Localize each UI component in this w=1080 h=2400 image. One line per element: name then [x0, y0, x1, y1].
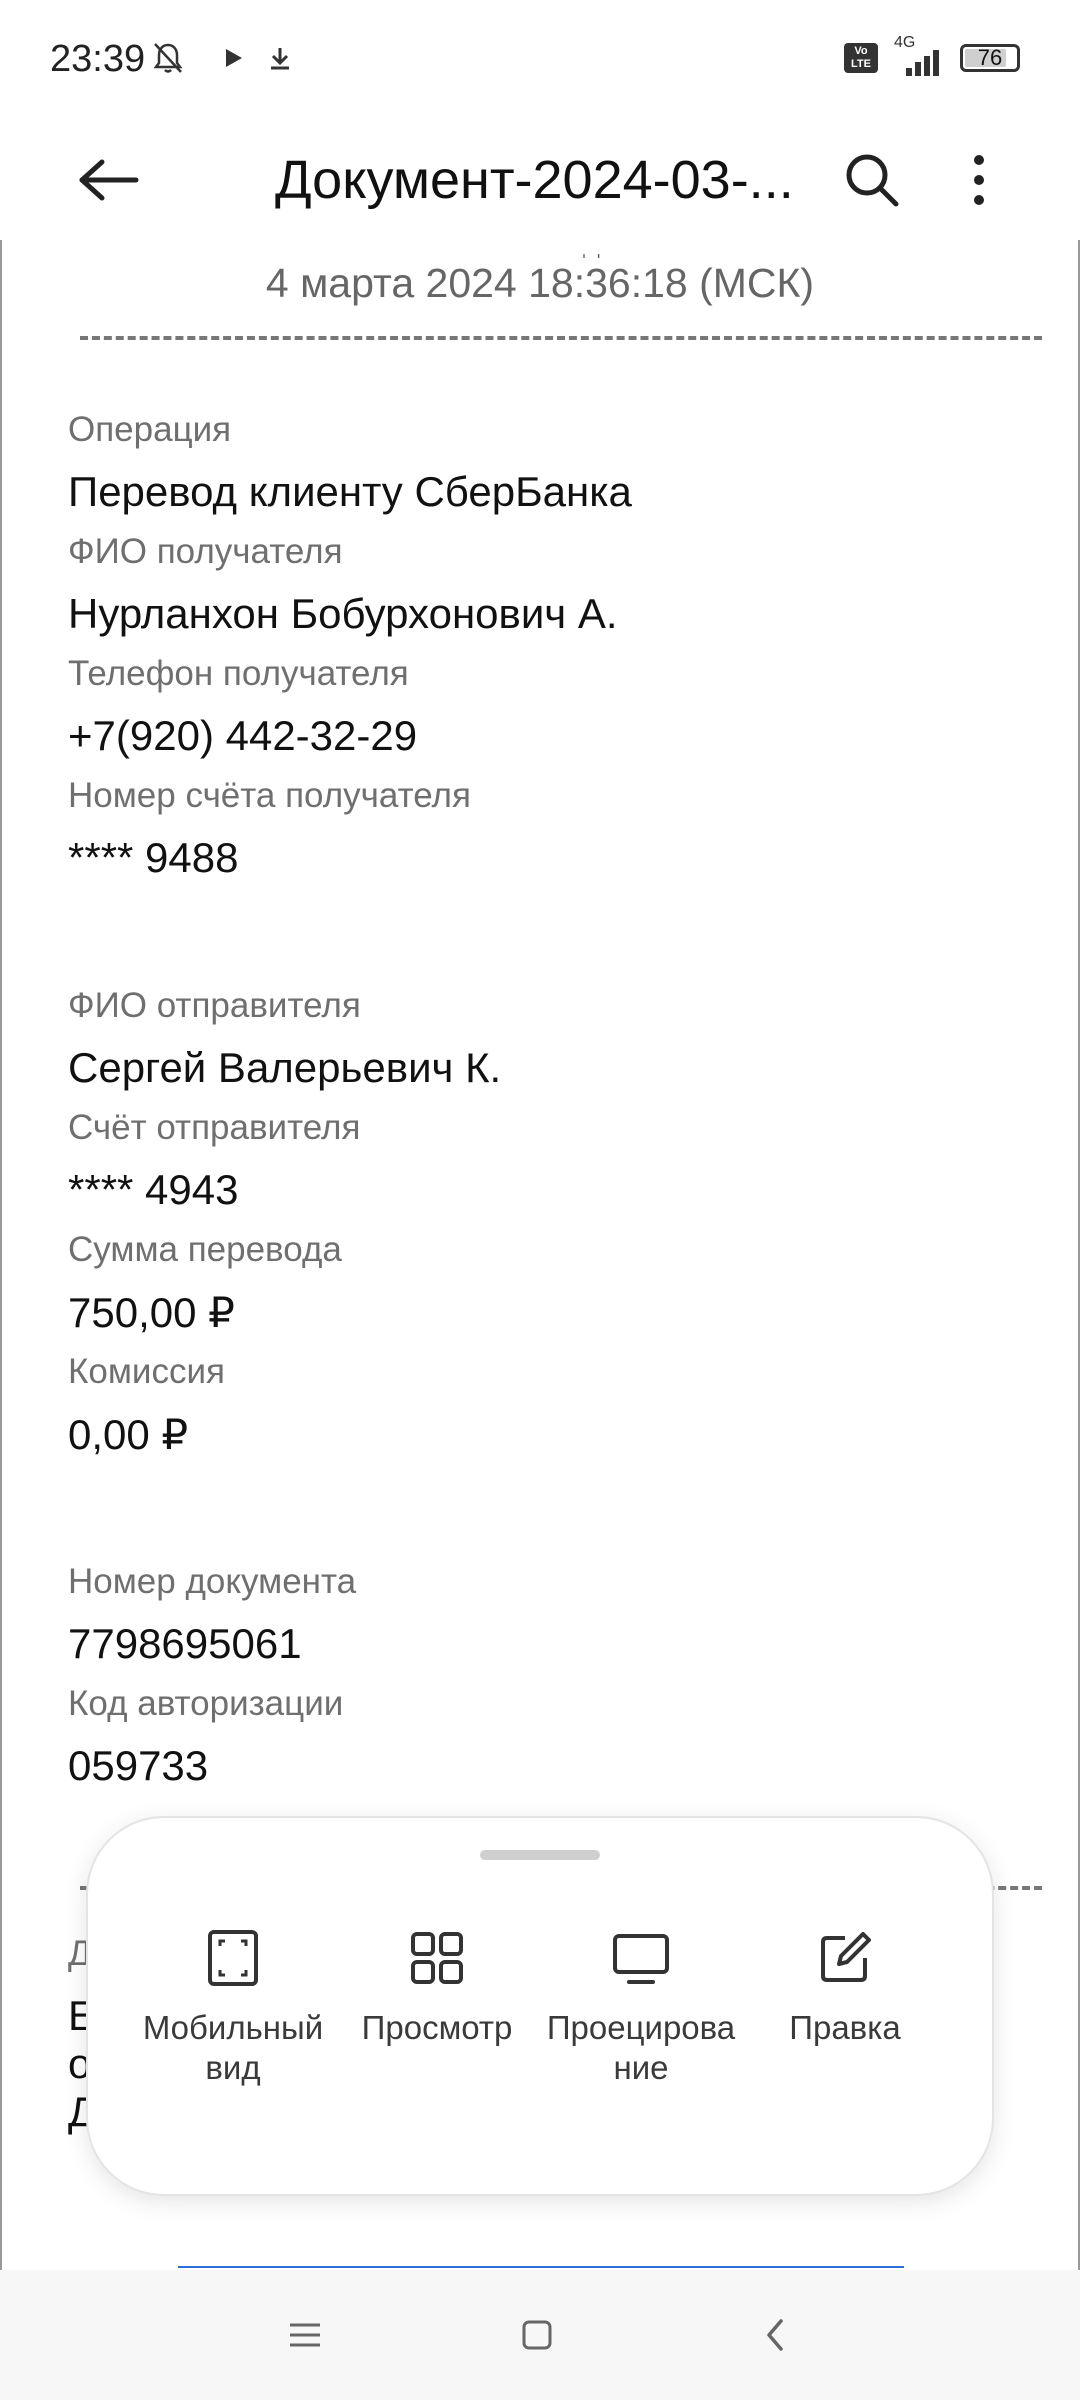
field-label: ФИО отправителя [68, 986, 361, 1025]
signal-icon: 4G [888, 34, 948, 78]
field-label: Телефон получателя [68, 654, 409, 693]
battery-icon: 76 [960, 44, 1020, 72]
download-icon [271, 48, 289, 70]
search-button[interactable] [832, 140, 912, 220]
view-mode-sheet: Мобильный вид Просмотр Проецирование Пра… [88, 1818, 992, 2194]
cut-marks: ˌ ˌ [580, 240, 603, 259]
field-value: Сергей Валерьевич К. [68, 1044, 502, 1091]
mobile-view-button[interactable]: Мобильный вид [128, 1918, 338, 2118]
field-value: **** 4943 [68, 1166, 239, 1213]
field-label: Счёт отправителя [68, 1108, 361, 1147]
document-title: Документ-2024-03-... [275, 150, 794, 210]
field-value: 059733 [68, 1742, 209, 1789]
field-label: Комиссия [68, 1352, 225, 1391]
back-icon [767, 2319, 783, 2351]
field-label: Номер документа [68, 1562, 357, 1601]
field-label: Сумма перевода [68, 1230, 342, 1269]
field-label: Операция [68, 410, 232, 449]
field-value: **** 9488 [68, 834, 239, 881]
status-indicators: Vo LTE 4G 76 [844, 34, 1020, 78]
more-vert-icon [974, 155, 984, 205]
play-icon [226, 49, 242, 67]
field-label: ФИО получателя [68, 532, 343, 571]
edit-icon [821, 1932, 871, 1982]
field-value: Перевод клиенту СберБанка [68, 468, 632, 515]
sheet-drag-handle[interactable] [480, 1850, 600, 1860]
nav-back-button[interactable] [740, 2300, 810, 2370]
app-bar: Документ-2024-03-... [0, 120, 1080, 240]
mobile-view-icon [208, 1930, 258, 1986]
search-icon [846, 154, 899, 207]
field-label: Код авторизации [68, 1684, 344, 1723]
projection-button[interactable]: Проецирование [536, 1918, 746, 2118]
home-icon [522, 2320, 552, 2350]
mobile-view-label: Мобильный вид [142, 2009, 324, 2086]
view-label: Просмотр [361, 2009, 513, 2046]
back-arrow-icon [79, 159, 139, 201]
edit-button[interactable]: Правка [740, 1918, 950, 2118]
more-options-button[interactable] [944, 140, 1014, 220]
grid-view-icon [411, 1932, 463, 1984]
field-value: +7(920) 442-32-29 [68, 712, 418, 759]
dashed-divider [80, 336, 1042, 340]
status-time: 23:39 [50, 38, 146, 80]
field-value: 7798695061 [68, 1620, 302, 1667]
field-value: Нурланхон Бобурхонович А. [68, 590, 618, 637]
edit-label: Правка [789, 2009, 901, 2046]
back-button[interactable] [68, 140, 148, 220]
status-bar: 23:39 Vo LTE 4G 76 [0, 0, 1080, 120]
mute-bell-icon [153, 43, 183, 73]
scroll-indicator [178, 2266, 904, 2268]
view-button[interactable]: Просмотр [332, 1918, 542, 2118]
document-datetime: 4 марта 2024 18:36:18 (МСК) [265, 260, 815, 306]
navigation-bar [0, 2270, 1080, 2400]
field-label: Номер счёта получателя [68, 776, 471, 815]
volte-icon: Vo LTE [844, 43, 878, 73]
field-value: 0,00 ₽ [68, 1411, 189, 1458]
field-value: 750,00 ₽ [68, 1289, 235, 1336]
projection-label: Проецирование [546, 2009, 736, 2086]
home-button[interactable] [502, 2300, 572, 2370]
battery-level: 76 [977, 45, 1003, 70]
menu-icon [290, 2323, 320, 2347]
monitor-icon [613, 1934, 669, 1984]
menu-button[interactable] [270, 2300, 340, 2370]
